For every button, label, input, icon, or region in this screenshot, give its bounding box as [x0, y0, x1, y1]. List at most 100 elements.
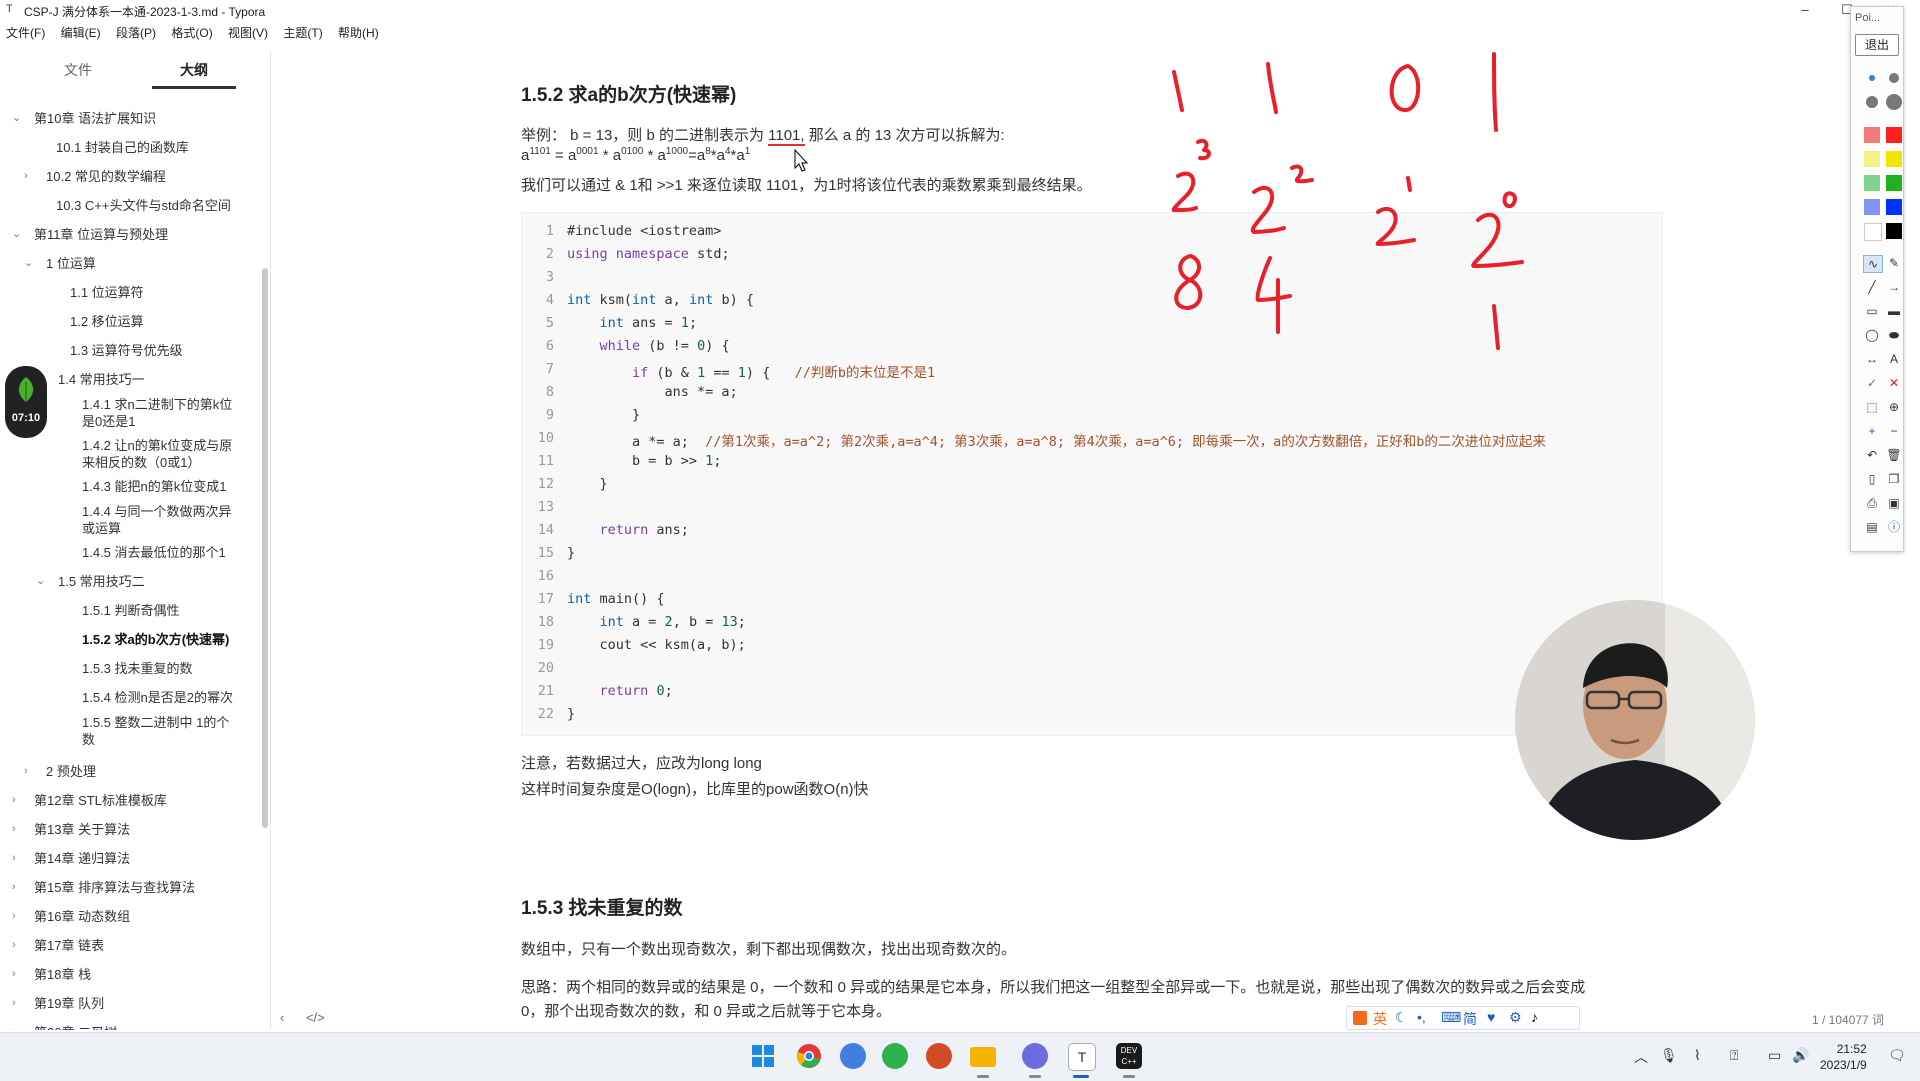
color-swatch[interactable]	[1864, 223, 1882, 241]
word-count[interactable]: 1 / 104077 词	[1812, 1011, 1884, 1028]
board-icon[interactable]: ▤	[1863, 519, 1881, 535]
color-swatch[interactable]	[1886, 199, 1902, 215]
running-indicator	[1123, 1075, 1135, 1078]
paragraph-153-c: 0，那个出现奇数次的数，和 0 异或之后就等于它本身。	[521, 1003, 892, 1020]
ime-settings-icon[interactable]: ⚙	[1509, 1009, 1522, 1026]
heading-1-5-3: 1.5.3 找未重复的数	[521, 898, 683, 919]
ime-punctuation-icon[interactable]: •,	[1417, 1009, 1426, 1025]
code-line: using namespace std;	[567, 246, 730, 262]
ime-english-mode[interactable]: 英	[1373, 1009, 1387, 1029]
person-image	[1515, 600, 1755, 840]
line-number: 9	[545, 407, 554, 423]
pen-icon[interactable]: ∿	[1863, 255, 1883, 273]
brush-size-dot[interactable]	[1889, 73, 1899, 83]
wifi-icon[interactable]: ⌇	[1694, 1047, 1701, 1064]
info-icon[interactable]: ⓘ	[1885, 519, 1903, 535]
highlight-1101: 1101,	[768, 127, 805, 146]
notification-icon[interactable]: 🗨	[1888, 1047, 1906, 1064]
line-icon[interactable]: ╱	[1863, 279, 1881, 295]
microphone-icon[interactable]: 🎙	[1660, 1047, 1678, 1064]
check-icon[interactable]: ✓	[1863, 375, 1881, 391]
color-swatch[interactable]	[1864, 175, 1880, 191]
code-line: #include <iostream>	[567, 223, 722, 239]
brush-size-dot[interactable]	[1886, 94, 1902, 110]
ime-tiktok-icon[interactable]: ♪	[1531, 1009, 1538, 1025]
filled-rectangle-icon[interactable]: ▬	[1885, 303, 1903, 319]
double-arrow-icon[interactable]: ↔	[1863, 351, 1881, 367]
plus-icon[interactable]: +	[1863, 423, 1881, 439]
brush-size-dot[interactable]	[1866, 96, 1878, 108]
minus-icon[interactable]: −	[1885, 423, 1903, 439]
copy-icon[interactable]: ❐	[1885, 471, 1903, 487]
ime-skin-icon[interactable]: ♥	[1487, 1009, 1495, 1025]
system-clock[interactable]: 21:52 2023/1/9	[1820, 1041, 1867, 1073]
undo-icon[interactable]: ↶	[1863, 447, 1881, 463]
color-swatch[interactable]	[1886, 223, 1902, 239]
photo-app-icon[interactable]	[1022, 1043, 1048, 1069]
code-line: b = b >> 1;	[567, 453, 722, 469]
eraser-icon[interactable]: ✎	[1885, 255, 1903, 271]
color-swatch[interactable]	[1864, 199, 1880, 215]
line-number: 20	[537, 660, 554, 676]
code-line: int ksm(int a, int b) {	[567, 292, 754, 308]
line-number: 14	[537, 522, 554, 538]
ime-keyboard-icon[interactable]: ⌨	[1441, 1009, 1461, 1026]
line-number: 4	[545, 292, 554, 308]
text-icon[interactable]: A	[1885, 351, 1903, 367]
line-number: 18	[537, 614, 554, 630]
wechat-icon[interactable]	[882, 1043, 908, 1069]
monitor-icon[interactable]: ▭	[1768, 1047, 1781, 1064]
line-number: 1	[545, 223, 554, 239]
example-text-a: 举例： b = 13，则 b 的二进制表示为	[521, 127, 769, 144]
line-number: 11	[537, 453, 554, 469]
sogou-ime-icon[interactable]	[1353, 1011, 1367, 1025]
devcpp-icon[interactable]: DEV C++	[1116, 1043, 1142, 1069]
chevron-up-icon[interactable]: ︿	[1634, 1047, 1648, 1067]
chrome-icon[interactable]	[796, 1043, 822, 1069]
line-number: 10	[537, 430, 554, 446]
filled-ellipse-icon[interactable]: ⬬	[1885, 327, 1903, 343]
arrow-icon[interactable]: →	[1885, 279, 1903, 295]
code-line: }	[567, 476, 608, 492]
ime-tray-icon[interactable]: ⍰	[1730, 1047, 1738, 1064]
typora-icon[interactable]: T	[1068, 1043, 1096, 1071]
power-equation: a1101 = a0001 * a0100 * a1000=a8*a4*a1	[521, 146, 751, 164]
ime-moon-icon[interactable]: ☾	[1395, 1009, 1408, 1026]
print-icon[interactable]: ⎙	[1863, 495, 1881, 511]
rectangle-icon[interactable]: ▭	[1863, 303, 1881, 319]
pentool-title: Poi...	[1855, 12, 1881, 24]
running-indicator	[1029, 1075, 1041, 1078]
windows-start-icon[interactable]	[750, 1043, 776, 1069]
code-line: }	[567, 706, 576, 722]
page-icon[interactable]: ▯	[1863, 471, 1881, 487]
code-line: int main() {	[567, 591, 665, 607]
clock-time: 21:52	[1836, 1042, 1867, 1056]
brush-size-dot[interactable]	[1869, 75, 1875, 81]
line-number: 8	[545, 384, 554, 400]
save-icon[interactable]: ▣	[1885, 495, 1903, 511]
line-number: 7	[545, 361, 554, 377]
file-explorer-icon[interactable]	[970, 1047, 996, 1067]
select-icon[interactable]: ⬚	[1863, 399, 1881, 415]
ime-simplified-mode[interactable]: 简	[1463, 1009, 1477, 1029]
cross-icon[interactable]: ✕	[1885, 375, 1903, 391]
color-swatch[interactable]	[1886, 127, 1902, 143]
color-swatch[interactable]	[1886, 175, 1902, 191]
code-block[interactable]: 1 #include <iostream> 2 using namespace std…	[521, 212, 1663, 736]
trash-icon[interactable]: 🗑	[1885, 447, 1903, 463]
note-long-long: 注意，若数据过大，应改为long long	[521, 755, 762, 772]
color-swatch[interactable]	[1864, 151, 1880, 167]
code-line: ans *= a;	[567, 384, 738, 400]
ellipse-icon[interactable]: ◯	[1863, 327, 1881, 343]
exit-button[interactable]: 退出	[1855, 34, 1899, 56]
read-bits-paragraph: 我们可以通过 & 1和 >>1 来逐位读取 1101，为1时将该位代表的乘数累乘…	[521, 177, 1092, 194]
speaker-icon[interactable]: 🔊	[1792, 1047, 1809, 1064]
office-icon[interactable]	[926, 1043, 952, 1069]
color-swatch[interactable]	[1864, 127, 1880, 143]
code-line: int ans = 1;	[599, 315, 698, 331]
zoom-icon[interactable]: ⊕	[1885, 399, 1903, 415]
copilot-icon[interactable]	[840, 1043, 866, 1069]
paragraph-153-a: 数组中，只有一个数出现奇数次，剩下都出现偶数次，找出出现奇数次的。	[521, 941, 1017, 958]
color-swatch[interactable]	[1886, 151, 1902, 167]
code-line: }	[567, 545, 576, 561]
